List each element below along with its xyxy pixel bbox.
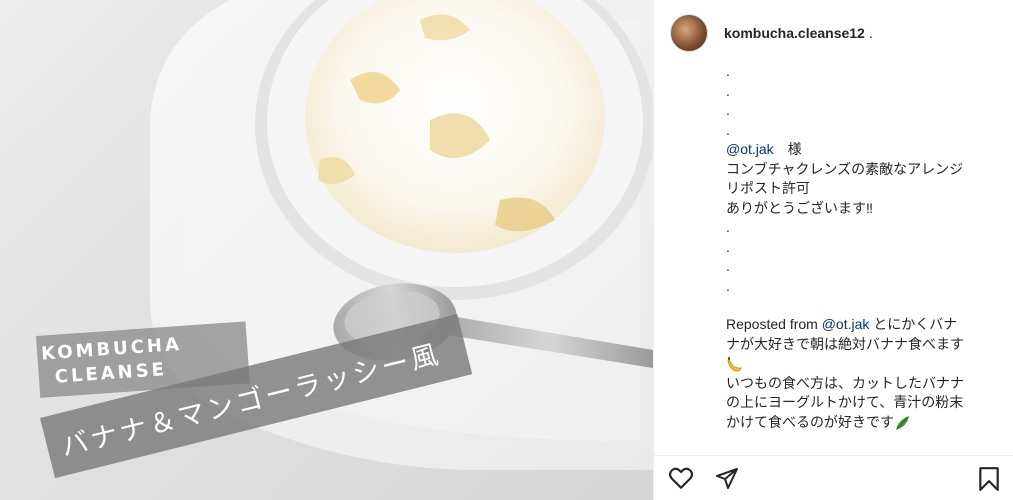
- post-caption: . . . . @ot.jak 様 コンブチャクレンズの素敵なアレンジ リポスト…: [726, 62, 996, 432]
- banana-icon: [727, 357, 742, 372]
- post-actions: [654, 455, 1013, 500]
- caption-line: の上にヨーグルトかけて、青汁の粉末: [726, 394, 964, 410]
- caption-line: リポスト許可: [726, 180, 810, 196]
- caption-line-last: かけて食べるのが好きです: [726, 413, 996, 433]
- honorific-text: 様: [773, 141, 802, 157]
- caption-dot: .: [726, 121, 730, 138]
- caption-line: いつもの食べ方は、カットしたバナナ: [726, 374, 964, 391]
- caption-dot: .: [726, 82, 730, 99]
- caption-line-mention: @ot.jak 様: [726, 140, 996, 160]
- send-icon[interactable]: [714, 466, 740, 490]
- caption-line: ナが大好きで朝は絶対バナナ食べます: [726, 335, 964, 352]
- repost-line-1-rest: とにかくバナ: [869, 316, 958, 332]
- avatar[interactable]: [670, 14, 708, 52]
- post-photo[interactable]: KOMBUCHA CLEANSE バナナ＆マンゴーラッシー風: [0, 0, 653, 500]
- post-header: kombucha.cleanse12 .: [670, 14, 873, 52]
- caption-dot: .: [726, 219, 730, 235]
- caption-dot: .: [726, 102, 730, 118]
- repost-mention-link[interactable]: @ot.jak: [822, 316, 870, 332]
- caption-dot: .: [726, 258, 730, 274]
- heart-icon[interactable]: [668, 466, 694, 490]
- mention-link[interactable]: @ot.jak: [726, 141, 774, 157]
- caption-line-repost: Reposted from @ot.jak とにかくバナ: [726, 315, 996, 335]
- caption-line: かけて食べるのが好きです: [726, 413, 894, 430]
- caption-line: ありがとうございます‼: [726, 199, 873, 216]
- post-side-panel: kombucha.cleanse12 . . . . . @ot.jak 様 コ…: [653, 0, 1013, 500]
- username-link[interactable]: kombucha.cleanse12: [724, 25, 865, 41]
- leafy-green-icon: [896, 415, 909, 430]
- username-suffix: .: [868, 25, 873, 41]
- caption-line: コンブチャクレンズの素敵なアレンジ: [726, 160, 964, 177]
- caption-dot: .: [726, 63, 730, 79]
- repost-prefix: Reposted from: [726, 316, 822, 332]
- bookmark-icon[interactable]: [978, 466, 1000, 492]
- banana-emoji-line: [726, 354, 996, 374]
- caption-dot: .: [726, 238, 730, 255]
- instagram-post: KOMBUCHA CLEANSE バナナ＆マンゴーラッシー風 kombucha.…: [0, 0, 1013, 500]
- caption-dot: .: [726, 277, 730, 294]
